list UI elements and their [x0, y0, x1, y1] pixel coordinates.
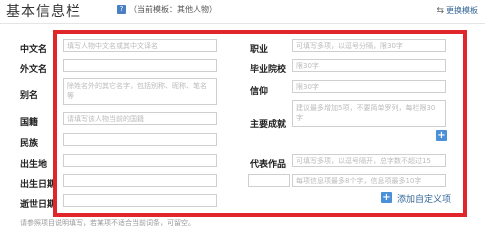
footer-note: 请参照项目说明填写，若某项不适合当前词条，可留空。	[20, 219, 195, 227]
foreign-name-field[interactable]	[63, 59, 217, 72]
label-achievements: 主要成就	[250, 120, 287, 130]
label-alias: 别名	[20, 91, 39, 101]
custom-value-field[interactable]: 每项信息项最多8个字，信息项最多10字	[292, 174, 446, 187]
label-chinese-name: 中文名	[20, 45, 48, 55]
question-icon[interactable]: ?	[117, 5, 126, 14]
label-death-date: 逝世日期	[20, 200, 57, 210]
change-template-label[interactable]: 更换模板	[446, 5, 478, 16]
template-hint-text: （当前模板：其他人物）	[129, 5, 217, 14]
occupation-field[interactable]: 可填写多项，以逗号分隔，限30字	[292, 39, 446, 52]
add-custom-icon[interactable]: +	[381, 192, 392, 203]
label-works: 代表作品	[250, 160, 287, 170]
alias-field[interactable]: 除姓名外的其它名字，包括别称、昵称、笔名等	[63, 78, 217, 105]
chinese-name-field[interactable]: 填写人物中文名或其中文译名	[63, 39, 217, 52]
template-hint: ? （当前模板：其他人物）	[117, 4, 217, 15]
works-field[interactable]: 可填写多项，以逗号隔开，总字数不超过15	[292, 154, 446, 167]
ethnicity-field[interactable]	[63, 133, 217, 146]
label-foreign-name: 外文名	[20, 65, 48, 75]
custom-name-field[interactable]	[248, 174, 290, 187]
page-title: 基本信息栏	[6, 4, 81, 20]
label-ethnicity: 民族	[20, 139, 39, 149]
achievements-field[interactable]: 建议最多增加5项，不要简单罗列，每栏限30字	[292, 100, 446, 127]
label-belief: 信仰	[250, 87, 269, 97]
label-school: 毕业院校	[250, 65, 287, 75]
belief-field[interactable]: 限30字	[292, 80, 446, 93]
change-template-link[interactable]: ⇆ 更换模板	[436, 5, 478, 16]
birth-date-field[interactable]	[63, 174, 217, 187]
birthplace-field[interactable]	[63, 154, 217, 167]
death-date-field[interactable]	[63, 194, 217, 207]
label-birth-date: 出生日期	[20, 180, 57, 190]
header-divider	[0, 23, 485, 24]
label-birthplace: 出生地	[20, 160, 48, 170]
label-nationality: 国籍	[20, 118, 39, 128]
swap-icon: ⇆	[436, 5, 444, 16]
label-occupation: 职业	[250, 45, 269, 55]
school-field[interactable]: 限30字	[292, 59, 446, 72]
add-custom-link[interactable]: 添加自定义项	[397, 192, 451, 205]
nationality-field[interactable]: 请填写该人物当前的国籍	[63, 112, 217, 125]
add-achievement-icon[interactable]: +	[436, 130, 447, 141]
